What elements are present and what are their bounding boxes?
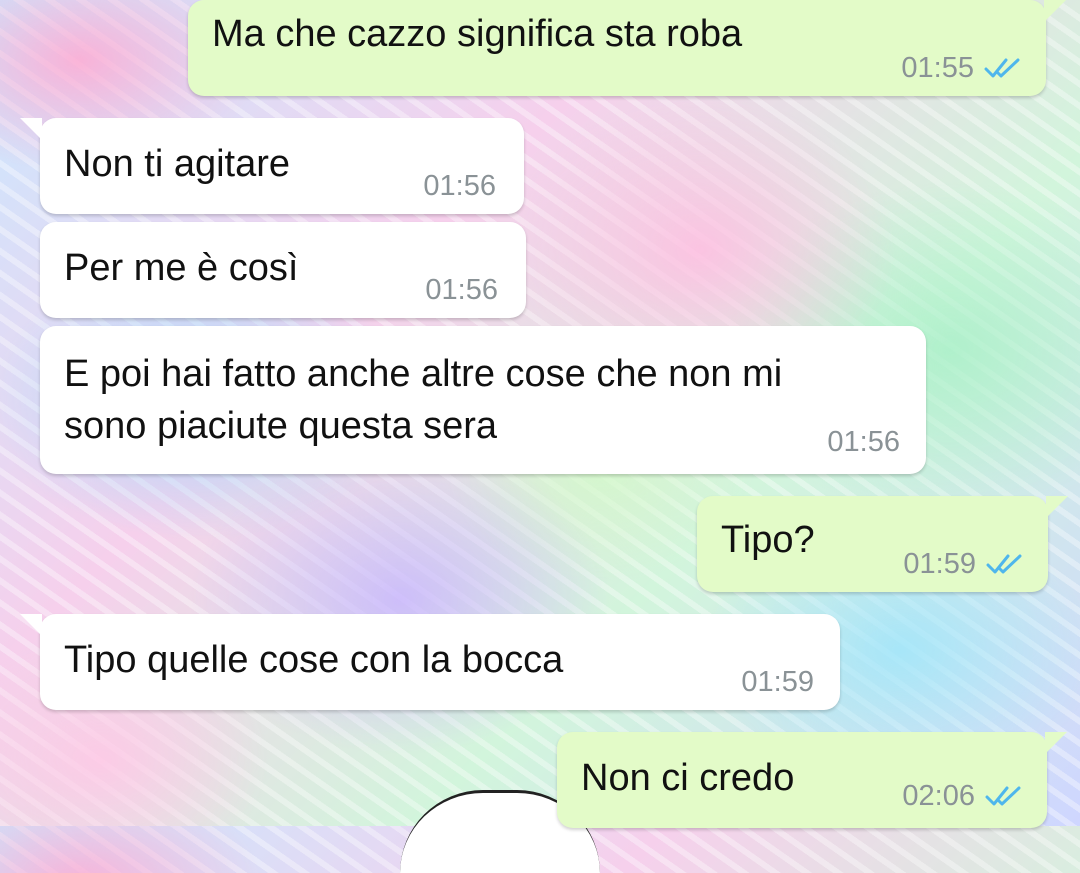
double-check-icon bbox=[986, 552, 1024, 576]
message-text: Ma che cazzo significa sta roba bbox=[212, 13, 743, 55]
message-text: E poi hai fatto anche altre cose che non… bbox=[64, 353, 783, 447]
message-time: 01:59 bbox=[741, 666, 814, 698]
message-bubble-incoming[interactable]: Non ti agitare 01:56 bbox=[20, 118, 524, 214]
message-bubble-outgoing[interactable]: Ma che cazzo significa sta roba 01:55 bbox=[188, 0, 1066, 96]
message-meta: 02:06 bbox=[902, 780, 1023, 812]
bubble-tail bbox=[1045, 732, 1067, 754]
double-check-icon bbox=[985, 784, 1023, 808]
bubble-tail bbox=[20, 118, 42, 140]
bubble-tail bbox=[1044, 0, 1066, 22]
message-time: 02:06 bbox=[902, 780, 975, 812]
message-meta: 01:59 bbox=[903, 548, 1024, 580]
message-bubble-outgoing[interactable]: Non ci credo 02:06 bbox=[557, 732, 1067, 828]
message-text: Non ti agitare bbox=[64, 143, 291, 185]
double-check-icon bbox=[984, 56, 1022, 80]
message-time: 01:56 bbox=[423, 170, 496, 202]
message-bubble-incoming[interactable]: Tipo quelle cose con la bocca 01:59 bbox=[20, 614, 840, 710]
message-text: Tipo? bbox=[721, 519, 815, 561]
message-meta: 01:55 bbox=[901, 52, 1022, 84]
message-time: 01:59 bbox=[903, 548, 976, 580]
bubble-tail bbox=[1046, 496, 1068, 518]
bubble-tail bbox=[20, 614, 42, 636]
message-text: Tipo quelle cose con la bocca bbox=[64, 639, 564, 681]
message-text: Per me è così bbox=[64, 247, 299, 289]
message-meta: 01:59 bbox=[741, 666, 814, 698]
message-bubble-incoming[interactable]: Per me è così 01:56 bbox=[40, 222, 526, 318]
message-bubble-incoming[interactable]: E poi hai fatto anche altre cose che non… bbox=[40, 326, 926, 474]
message-bubble-outgoing[interactable]: Tipo? 01:59 bbox=[697, 496, 1068, 592]
message-time: 01:55 bbox=[901, 52, 974, 84]
chat-area[interactable]: Ma che cazzo significa sta roba 01:55 No… bbox=[0, 0, 1080, 873]
message-time: 01:56 bbox=[425, 274, 498, 306]
message-time: 01:56 bbox=[827, 426, 900, 458]
message-meta: 01:56 bbox=[425, 274, 498, 306]
message-meta: 01:56 bbox=[827, 426, 900, 458]
message-meta: 01:56 bbox=[423, 170, 496, 202]
message-text: Non ci credo bbox=[581, 757, 795, 799]
